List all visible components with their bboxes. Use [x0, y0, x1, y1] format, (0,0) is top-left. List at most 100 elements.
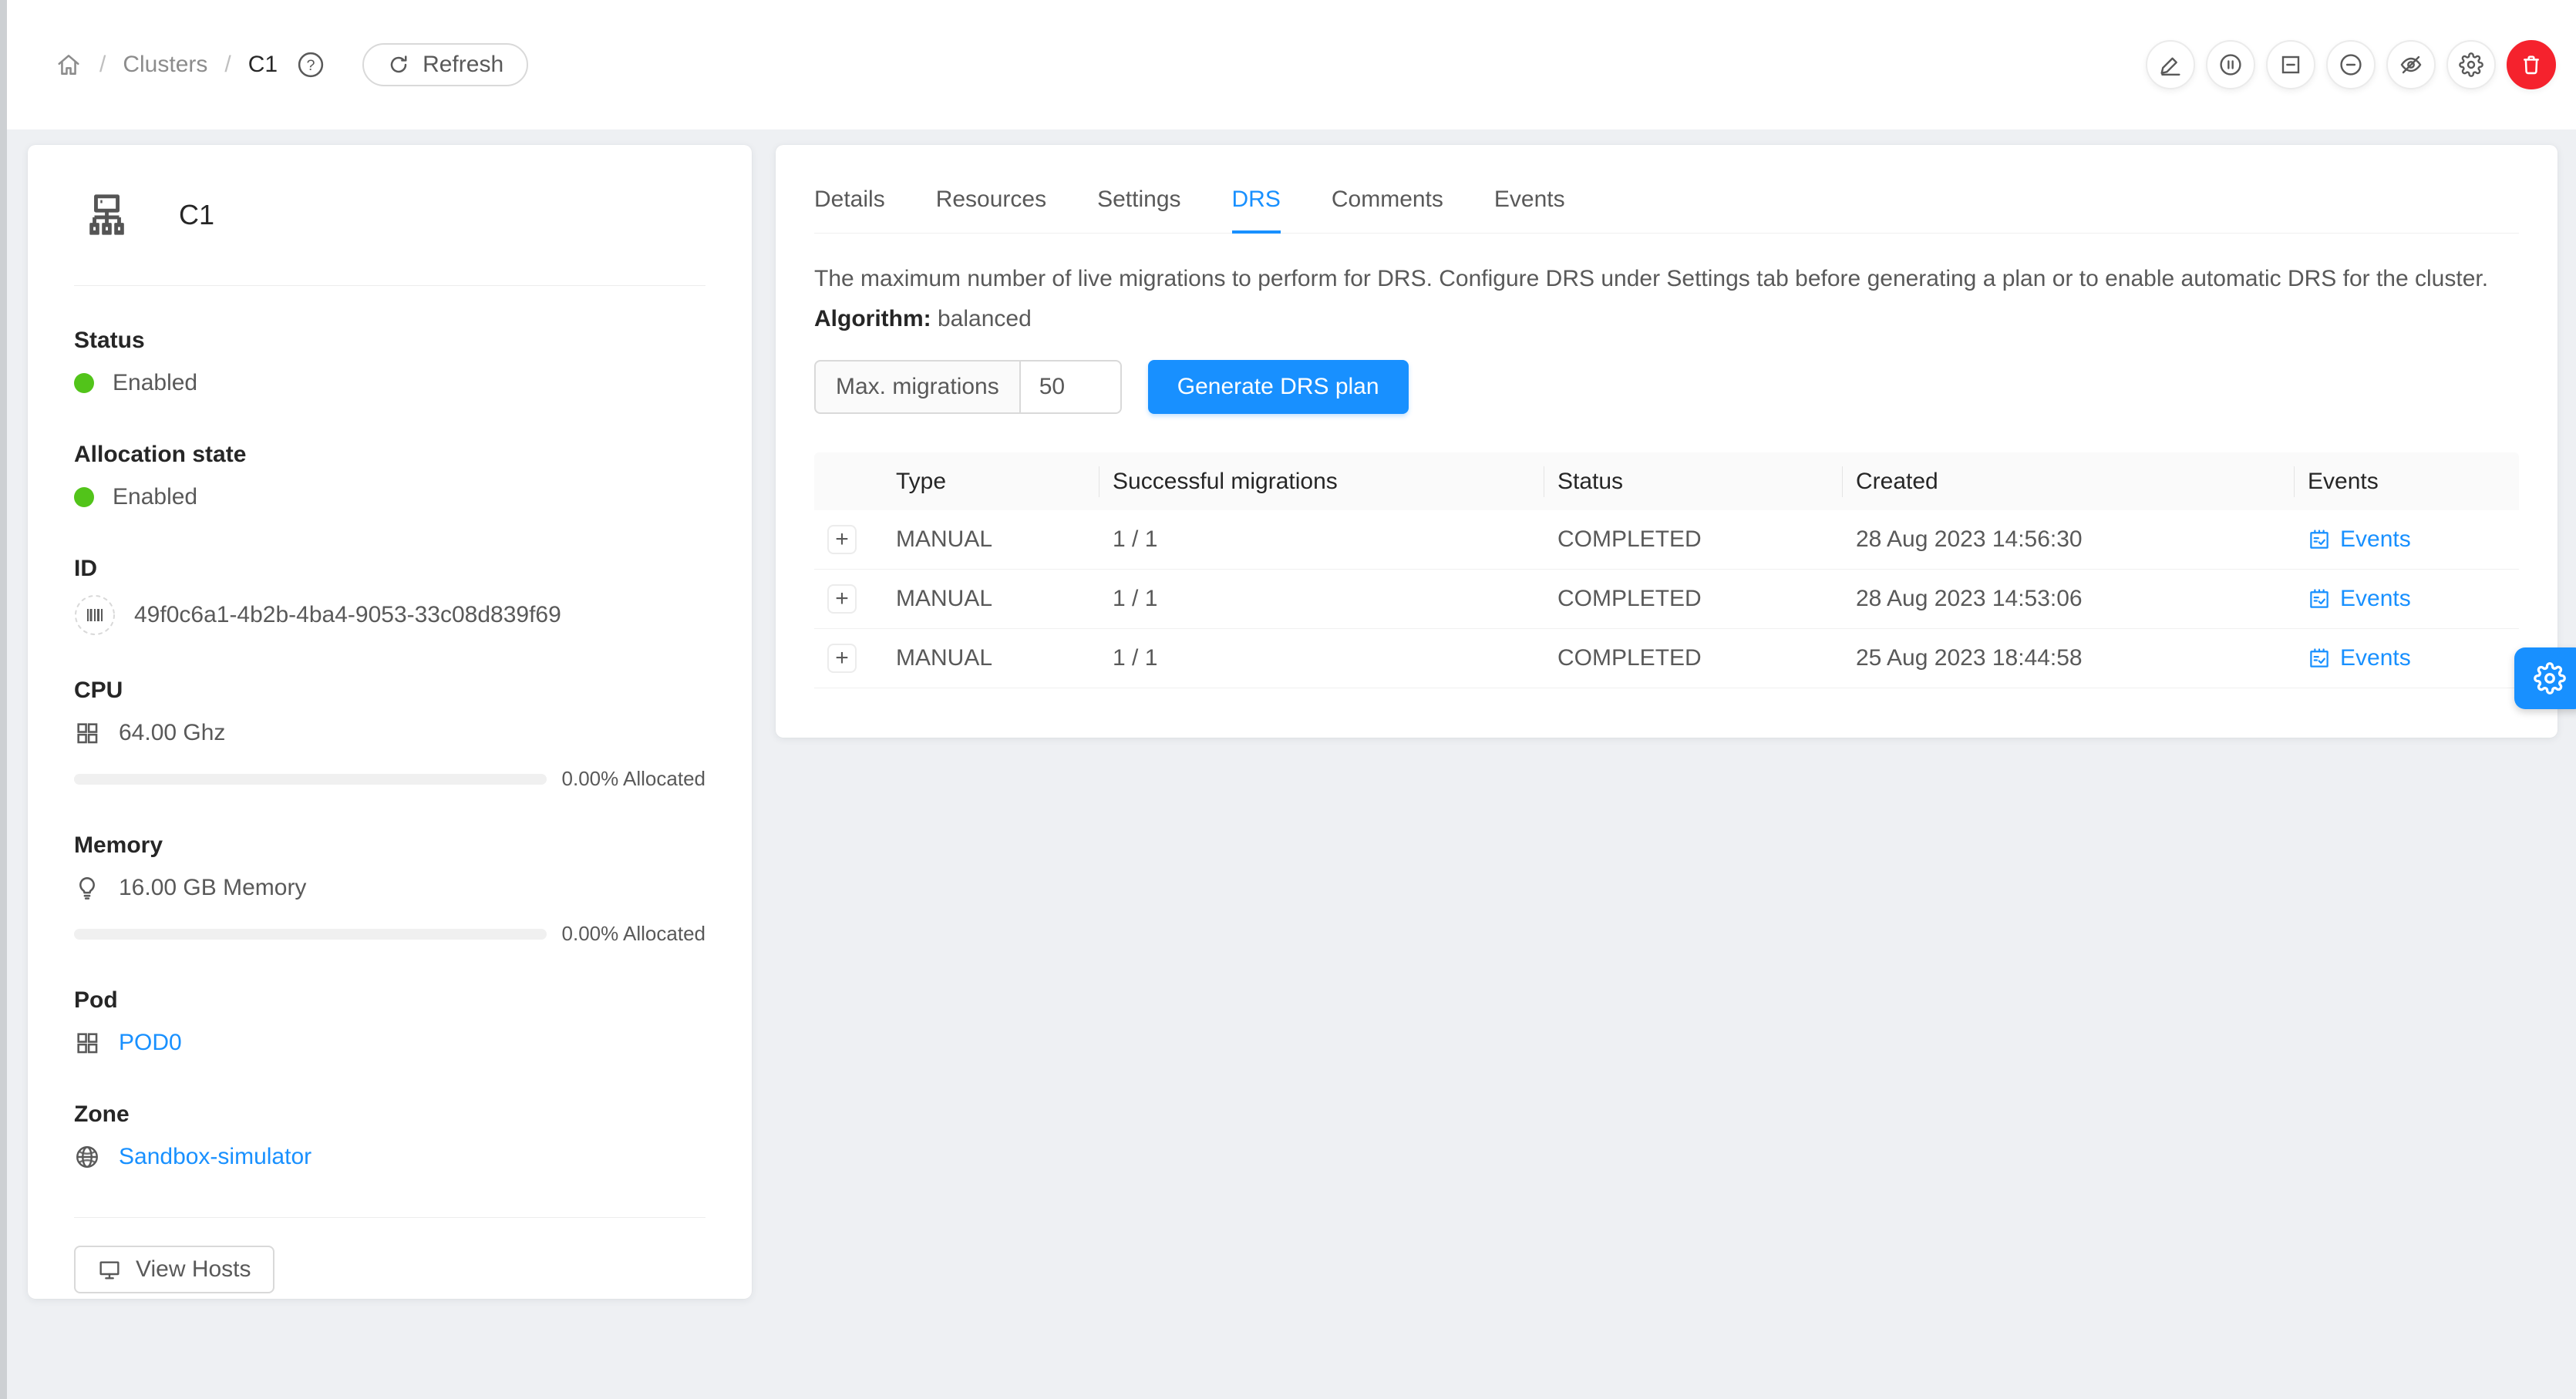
memory-allocated-text: 0.00% Allocated: [562, 922, 705, 946]
cpu-grid-icon: [74, 720, 100, 746]
algorithm-value: balanced: [938, 306, 1032, 331]
cell-created: 25 Aug 2023 18:44:58: [1830, 645, 2281, 671]
table-row: + MANUAL 1 / 1 COMPLETED 28 Aug 2023 14:…: [814, 510, 2519, 570]
cell-status: COMPLETED: [1531, 645, 1830, 671]
memory-value-row: 16.00 GB Memory: [74, 871, 705, 905]
drs-description: The maximum number of live migrations to…: [814, 264, 2519, 294]
unmanage-cluster-button[interactable]: [2266, 40, 2315, 89]
header-status: Status: [1531, 469, 1830, 495]
memory-value: 16.00 GB Memory: [119, 875, 306, 901]
top-bar: / Clusters / C1 ? Refresh: [7, 0, 2576, 129]
tab-comments[interactable]: Comments: [1332, 187, 1443, 233]
allocation-state-label: Allocation state: [74, 442, 705, 468]
pod-link[interactable]: POD0: [119, 1030, 182, 1056]
cell-migrations: 1 / 1: [1086, 526, 1531, 553]
id-label: ID: [74, 556, 705, 582]
cpu-value: 64.00 Ghz: [119, 720, 225, 746]
edit-button[interactable]: [2146, 40, 2195, 89]
divider: [74, 1217, 705, 1218]
breadcrumb-separator: /: [99, 52, 106, 78]
header-successful-migrations: Successful migrations: [1086, 469, 1531, 495]
generate-drs-plan-button[interactable]: Generate DRS plan: [1148, 360, 1409, 414]
max-migrations-addon: Max. migrations: [814, 360, 1020, 414]
zone-label: Zone: [74, 1101, 705, 1128]
side-settings-button[interactable]: [2514, 647, 2576, 709]
refresh-label: Refresh: [423, 52, 503, 78]
tab-settings[interactable]: Settings: [1097, 187, 1180, 233]
expand-row-button[interactable]: +: [827, 644, 857, 673]
cluster-detail-card: Details Resources Settings DRS Comments …: [776, 145, 2557, 738]
hide-button[interactable]: [2386, 40, 2436, 89]
cpu-label: CPU: [74, 678, 705, 704]
events-link[interactable]: Events: [2308, 586, 2519, 612]
id-value-row: 49f0c6a1-4b2b-4ba4-9053-33c08d839f69: [74, 594, 705, 636]
max-migrations-input[interactable]: [1020, 360, 1122, 414]
delete-button[interactable]: [2507, 40, 2556, 89]
view-hosts-button[interactable]: View Hosts: [74, 1246, 274, 1293]
cell-type: MANUAL: [870, 586, 1086, 612]
tab-details[interactable]: Details: [814, 187, 885, 233]
calendar-check-icon: [2308, 647, 2331, 670]
gear-icon: [2459, 52, 2483, 77]
header-type: Type: [870, 469, 1086, 495]
detail-tabs: Details Resources Settings DRS Comments …: [814, 145, 2519, 234]
allocation-state-value: Enabled: [113, 484, 197, 510]
events-link[interactable]: Events: [2308, 645, 2519, 671]
table-header-row: Type Successful migrations Status Create…: [814, 452, 2519, 510]
header-created: Created: [1830, 469, 2281, 495]
pod-grid-icon: [74, 1030, 100, 1056]
cell-migrations: 1 / 1: [1086, 586, 1531, 612]
cell-status: COMPLETED: [1531, 526, 1830, 553]
zone-link[interactable]: Sandbox-simulator: [119, 1144, 311, 1170]
table-row: + MANUAL 1 / 1 COMPLETED 28 Aug 2023 14:…: [814, 570, 2519, 629]
svg-text:?: ?: [307, 57, 315, 74]
cluster-summary-card: C1 Status Enabled Allocation state Enabl…: [28, 145, 752, 1299]
drs-plans-table: Type Successful migrations Status Create…: [814, 452, 2519, 688]
memory-label: Memory: [74, 832, 705, 859]
gear-icon: [2534, 662, 2566, 694]
cluster-icon: [83, 191, 131, 239]
pause-circle-icon: [2218, 52, 2243, 77]
breadcrumb-current: C1: [248, 52, 278, 78]
tab-resources[interactable]: Resources: [936, 187, 1046, 233]
bulb-icon: [74, 875, 100, 901]
disable-cluster-button[interactable]: [2206, 40, 2255, 89]
expand-row-button[interactable]: +: [827, 525, 857, 554]
refresh-button[interactable]: Refresh: [362, 43, 528, 86]
cpu-progress-row: 0.00% Allocated: [74, 767, 705, 791]
eye-invisible-icon: [2399, 52, 2423, 77]
view-hosts-label: View Hosts: [136, 1256, 251, 1283]
header-actions: [2146, 0, 2556, 129]
expand-row-button[interactable]: +: [827, 584, 857, 614]
events-link[interactable]: Events: [2308, 526, 2519, 553]
cell-created: 28 Aug 2023 14:53:06: [1830, 586, 2281, 612]
cell-migrations: 1 / 1: [1086, 645, 1531, 671]
cell-type: MANUAL: [870, 645, 1086, 671]
zone-value-row: Sandbox-simulator: [74, 1140, 705, 1174]
calendar-check-icon: [2308, 528, 2331, 551]
drs-controls: Max. migrations Generate DRS plan: [814, 360, 2519, 414]
cell-type: MANUAL: [870, 526, 1086, 553]
home-icon[interactable]: [55, 51, 82, 79]
memory-progress-bar: [74, 929, 547, 940]
id-value: 49f0c6a1-4b2b-4ba4-9053-33c08d839f69: [134, 602, 561, 628]
memory-progress-row: 0.00% Allocated: [74, 922, 705, 946]
table-row: + MANUAL 1 / 1 COMPLETED 25 Aug 2023 18:…: [814, 629, 2519, 688]
help-icon[interactable]: ?: [296, 50, 325, 79]
tab-drs[interactable]: DRS: [1232, 187, 1281, 233]
cluster-header: C1: [74, 183, 705, 239]
tab-events[interactable]: Events: [1494, 187, 1565, 233]
allocation-state-dot: [74, 487, 94, 507]
pod-label: Pod: [74, 987, 705, 1014]
disable-allocation-button[interactable]: [2326, 40, 2376, 89]
header-events: Events: [2281, 469, 2519, 495]
globe-icon: [74, 1144, 100, 1170]
cpu-progress-bar: [74, 774, 547, 785]
status-label: Status: [74, 328, 705, 354]
divider: [74, 285, 705, 286]
breadcrumb-clusters-link[interactable]: Clusters: [123, 52, 207, 78]
barcode-icon: [74, 594, 116, 636]
algorithm-label: Algorithm:: [814, 306, 931, 331]
status-dot: [74, 373, 94, 393]
settings-button[interactable]: [2446, 40, 2496, 89]
